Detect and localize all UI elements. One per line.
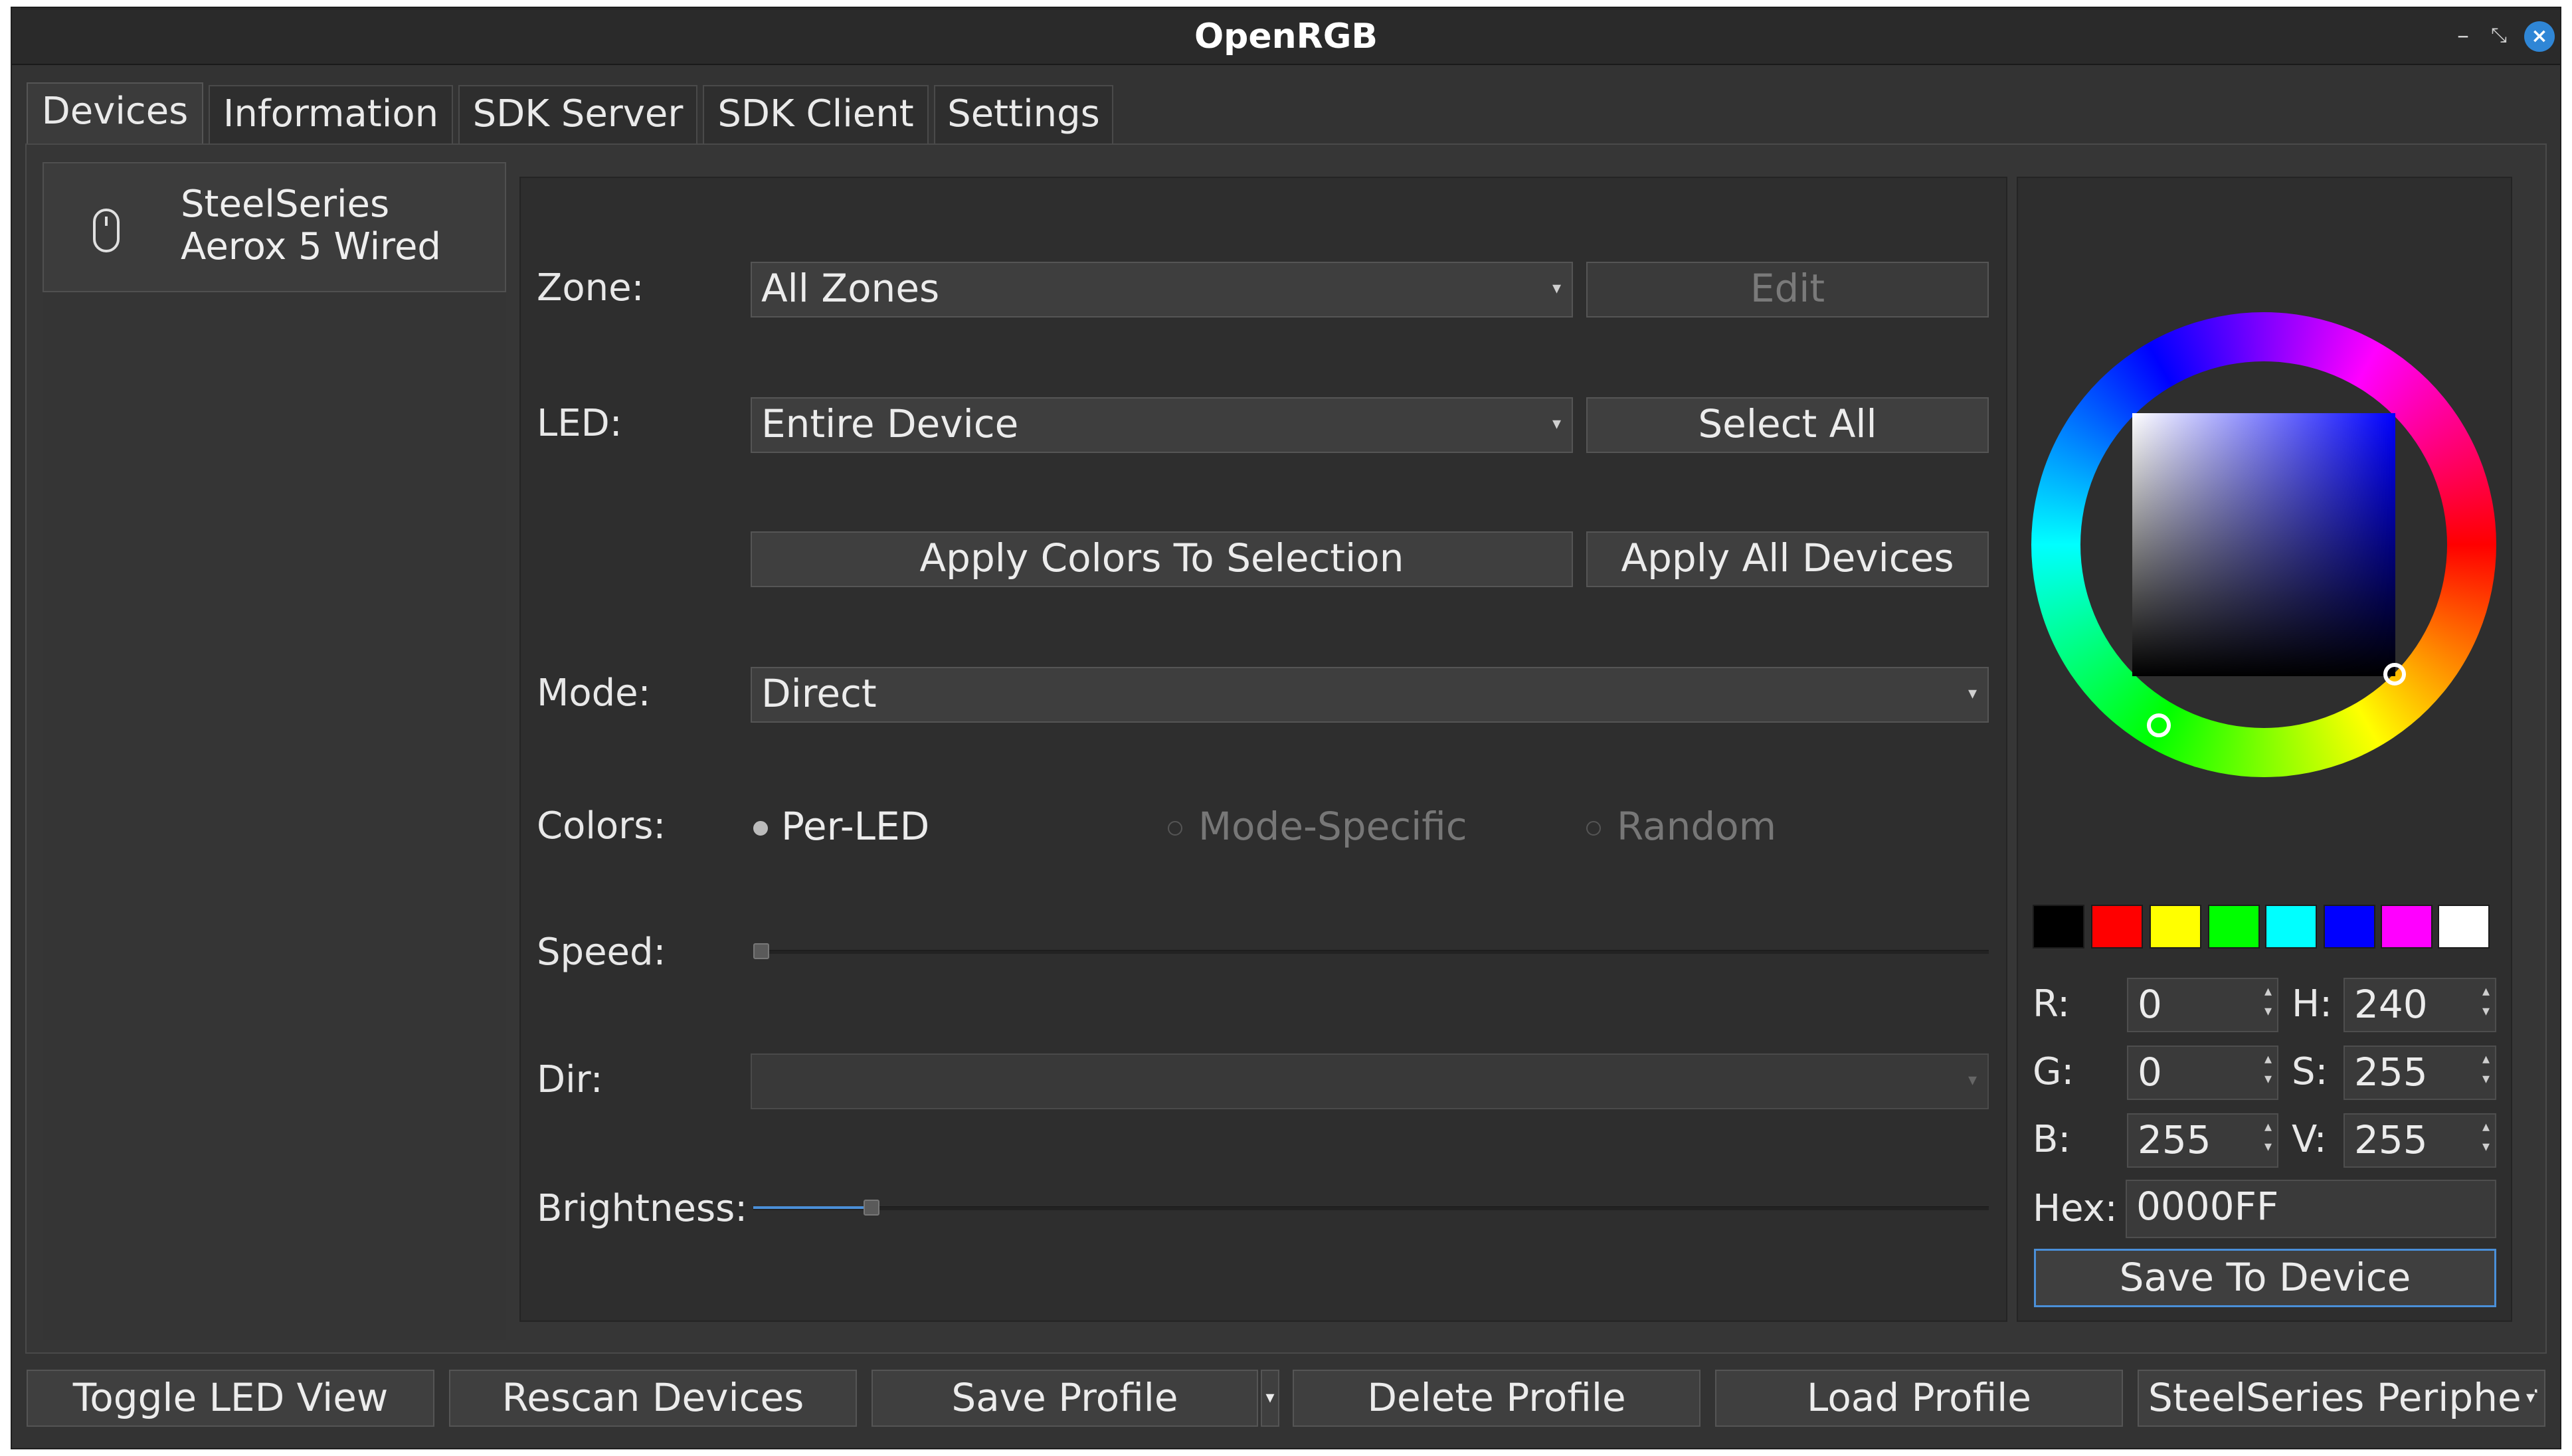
edit-zone-button[interactable]: Edit [1586,262,1989,318]
s-value: 255 [2354,1049,2428,1095]
g-label: G: [2033,1050,2074,1093]
save-profile-menu-arrow-icon[interactable]: ▾ [1261,1370,1279,1427]
led-dropdown[interactable]: Entire Device ▾ [751,397,1573,453]
mode-dropdown[interactable]: Direct ▾ [751,667,1989,723]
v-spinbox[interactable]: 255 ▴ ▾ [2343,1113,2496,1168]
h-spinbox[interactable]: 240 ▴ ▾ [2343,978,2496,1032]
tab-sdk-client[interactable]: SDK Client [703,85,929,143]
b-value: 255 [2138,1117,2211,1162]
hex-value: 0000FF [2136,1184,2279,1229]
sv-picker-handle[interactable] [2383,663,2406,685]
tab-information[interactable]: Information [209,85,453,143]
zone-dropdown[interactable]: All Zones ▾ [751,262,1573,318]
led-label: LED: [537,402,622,445]
s-label: S: [2292,1050,2328,1093]
brightness-slider-fill [753,1206,870,1209]
delete-profile-button[interactable]: Delete Profile [1293,1370,1700,1427]
load-profile-button[interactable]: Load Profile [1715,1370,2123,1427]
save-profile-button[interactable]: Save Profile [872,1370,1258,1427]
swatch-black[interactable] [2033,905,2084,949]
speed-slider-handle[interactable] [753,943,769,959]
spin-arrows-icon[interactable]: ▴ ▾ [2264,1117,2272,1157]
v-label: V: [2292,1118,2327,1161]
window-title: OpenRGB [1194,17,1378,56]
b-spinbox[interactable]: 255 ▴ ▾ [2127,1113,2278,1168]
mode-value: Direct [761,671,877,716]
swatch-blue[interactable] [2324,905,2375,949]
tab-sdk-server[interactable]: SDK Server [458,85,697,143]
swatch-yellow[interactable] [2150,905,2201,949]
chevron-down-icon: ▾ [2522,1371,2535,1424]
chevron-down-icon: ▾ [1552,414,1561,434]
hex-input[interactable]: 0000FF [2126,1180,2496,1238]
profile-dropdown[interactable]: SteelSeries Peripher ▾ [2138,1370,2545,1427]
s-spinbox[interactable]: 255 ▴ ▾ [2343,1046,2496,1100]
swatch-red[interactable] [2091,905,2143,949]
led-value: Entire Device [761,401,1019,446]
select-all-button[interactable]: Select All [1586,397,1989,453]
h-label: H: [2292,982,2332,1026]
hex-label: Hex: [2033,1187,2118,1230]
radio-mode-specific[interactable] [1168,821,1182,836]
g-spinbox[interactable]: 0 ▴ ▾ [2127,1046,2278,1100]
brightness-label: Brightness: [537,1187,748,1230]
b-label: B: [2033,1118,2071,1161]
spin-arrows-icon[interactable]: ▴ ▾ [2264,1049,2272,1089]
r-label: R: [2033,982,2070,1026]
speed-slider-track[interactable] [753,950,1989,954]
speed-label: Speed: [537,931,666,974]
saturation-value-square[interactable] [2132,413,2395,676]
brightness-slider-track[interactable] [753,1206,1989,1210]
per-led-label[interactable]: Per-LED [781,805,929,848]
spin-arrows-icon[interactable]: ▴ ▾ [2264,982,2272,1022]
zone-value: All Zones [761,266,940,311]
apply-all-devices-button[interactable]: Apply All Devices [1586,531,1989,587]
minimize-icon[interactable]: – [2451,23,2475,49]
r-value: 0 [2138,982,2162,1027]
tab-settings[interactable]: Settings [934,85,1113,143]
direction-label: Dir: [537,1058,603,1101]
random-label[interactable]: Random [1617,805,1776,848]
apply-colors-to-selection-button[interactable]: Apply Colors To Selection [751,531,1573,587]
colors-label: Colors: [537,804,666,848]
swatch-magenta[interactable] [2381,905,2433,949]
zone-label: Zone: [537,266,644,310]
brightness-slider-handle[interactable] [864,1200,879,1216]
profile-dropdown-value: SteelSeries Peripher [2148,1375,2537,1420]
mode-label: Mode: [537,672,651,715]
rescan-devices-button[interactable]: Rescan Devices [449,1370,857,1427]
device-name: SteelSeries Aerox 5 Wired [181,183,441,268]
toggle-led-view-button[interactable]: Toggle LED View [27,1370,434,1427]
g-value: 0 [2138,1049,2162,1095]
swatch-white[interactable] [2438,905,2490,949]
device-control-panel [519,177,2007,1322]
chevron-down-icon: ▾ [1968,1070,1977,1090]
chevron-down-icon: ▾ [1968,683,1977,703]
hue-picker-handle[interactable] [2147,713,2171,737]
spin-arrows-icon[interactable]: ▴ ▾ [2482,1049,2490,1089]
swatch-cyan[interactable] [2265,905,2317,949]
tab-devices[interactable]: Devices [27,82,203,145]
swatch-green[interactable] [2208,905,2260,949]
v-value: 255 [2354,1117,2428,1162]
r-spinbox[interactable]: 0 ▴ ▾ [2127,978,2278,1032]
spin-arrows-icon[interactable]: ▴ ▾ [2482,982,2490,1022]
chevron-down-icon: ▾ [1552,278,1561,298]
spin-arrows-icon[interactable]: ▴ ▾ [2482,1117,2490,1157]
close-icon[interactable]: × [2524,21,2555,52]
h-value: 240 [2354,982,2428,1027]
direction-dropdown[interactable]: ▾ [751,1053,1989,1109]
radio-random[interactable] [1586,821,1601,836]
radio-per-led[interactable] [753,821,768,836]
restore-icon[interactable]: ⤡ [2486,23,2512,49]
save-to-device-button[interactable]: Save To Device [2034,1249,2496,1307]
mouse-icon [93,209,120,252]
device-list[interactable] [43,161,506,1340]
mode-specific-label[interactable]: Mode-Specific [1198,805,1467,848]
